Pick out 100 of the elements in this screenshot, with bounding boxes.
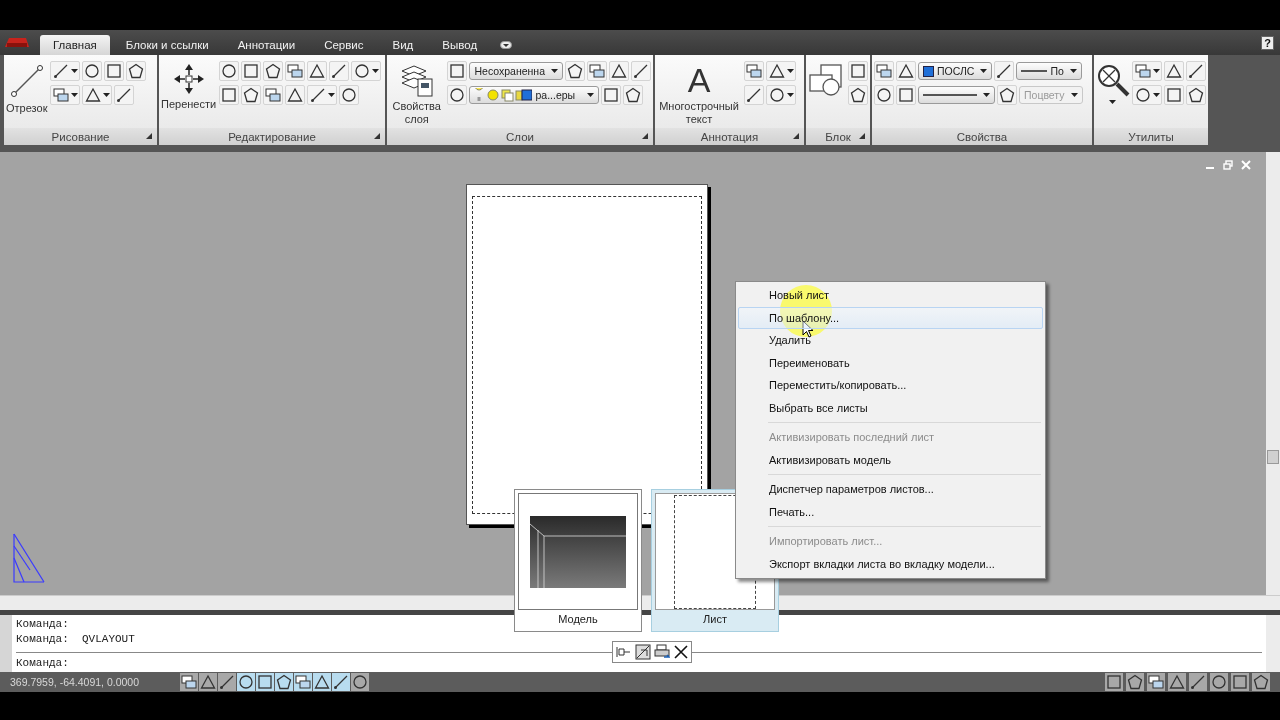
status-tool-button[interactable] [1126, 673, 1144, 691]
panel-launcher-icon[interactable] [642, 133, 648, 139]
circle-icon [449, 87, 466, 103]
tool-button[interactable] [50, 85, 81, 105]
pentagon-icon [567, 63, 583, 79]
tool-button[interactable] [307, 85, 338, 105]
tool-button[interactable] [997, 85, 1017, 105]
status-toggle-button[interactable] [313, 673, 331, 691]
menu-item[interactable]: Выбрать все листы [738, 396, 1043, 419]
status-tool-button[interactable] [1231, 673, 1249, 691]
status-toggle-button[interactable] [237, 673, 255, 691]
ribbon-tab[interactable]: Вывод [429, 35, 491, 55]
ribbon-tab[interactable]: Главная [40, 35, 110, 55]
triangle-icon [898, 63, 914, 79]
tool-button[interactable] [351, 61, 382, 81]
large-tool-button[interactable]: Отрезок [6, 61, 48, 115]
status-toggle-button[interactable] [218, 673, 236, 691]
large-tool-button[interactable]: Перенести [161, 61, 217, 111]
tool-button[interactable] [587, 61, 607, 81]
large-tool-button[interactable] [808, 61, 845, 97]
tool-button[interactable] [631, 61, 651, 81]
status-toggle-button[interactable] [256, 673, 274, 691]
tool-button[interactable] [1132, 61, 1162, 81]
panel-launcher-icon[interactable] [859, 133, 865, 139]
status-toggle-button[interactable] [332, 673, 350, 691]
tool-button[interactable] [285, 85, 306, 105]
tool-button[interactable] [339, 85, 360, 105]
menu-item[interactable]: По шаблону... [738, 306, 1043, 329]
tool-button[interactable] [609, 61, 629, 81]
tool-button[interactable] [623, 85, 644, 105]
tool-button[interactable] [766, 85, 796, 105]
tool-button[interactable] [114, 85, 135, 105]
square-icon [106, 63, 123, 79]
dropdown[interactable]: ра...еры [469, 86, 600, 104]
help-button[interactable]: ? [1261, 35, 1274, 50]
menu-item[interactable]: Переместить/копировать... [738, 374, 1043, 397]
tool-button[interactable] [447, 85, 468, 105]
tool-button[interactable] [994, 61, 1015, 81]
dropdown[interactable]: По [1016, 62, 1082, 80]
status-tool-button[interactable] [1147, 673, 1165, 691]
command-scrollbar[interactable] [1266, 615, 1280, 672]
status-tool-button[interactable] [1252, 673, 1270, 691]
tool-button[interactable] [329, 61, 350, 81]
tool-button[interactable] [50, 61, 81, 81]
panel-launcher-icon[interactable] [793, 133, 799, 139]
tool-button[interactable] [744, 61, 764, 81]
vertical-scrollbar[interactable] [1266, 152, 1280, 595]
tool-button[interactable] [848, 85, 868, 105]
ribbon-tab[interactable]: Блоки и ссылки [112, 35, 222, 55]
preview-toolbar-button[interactable] [653, 643, 670, 661]
tool-button[interactable] [241, 85, 262, 105]
pentagon-icon [850, 87, 866, 103]
layout-preview-card[interactable]: Модель [514, 489, 642, 632]
large-tool-button[interactable]: A Многострочный текст [657, 61, 741, 126]
status-toggle-button[interactable] [199, 673, 217, 691]
preview-toolbar-button[interactable] [672, 643, 689, 661]
tool-button[interactable] [82, 85, 113, 105]
dropdown[interactable]: ПОСЛС [918, 62, 993, 80]
panel-launcher-icon[interactable] [374, 133, 380, 139]
circle-icon [1211, 674, 1227, 690]
tool-button[interactable] [744, 85, 764, 105]
tool-button[interactable] [1186, 85, 1206, 105]
menu-item[interactable]: Удалить [738, 329, 1043, 352]
line-icon [1190, 674, 1206, 690]
status-tool-button[interactable] [1210, 673, 1228, 691]
status-toggle-button[interactable] [351, 673, 369, 691]
status-toggle-button[interactable] [275, 673, 293, 691]
command-line-grip[interactable] [0, 615, 12, 672]
dropdown[interactable]: Несохраненна [469, 62, 563, 80]
menu-item[interactable]: Переименовать [738, 351, 1043, 374]
tool-button[interactable] [126, 61, 147, 81]
panel-launcher-icon[interactable] [146, 133, 152, 139]
tool-button[interactable] [307, 61, 328, 81]
status-toggle-button[interactable] [294, 673, 312, 691]
menu-item[interactable]: Активизировать модель [738, 448, 1043, 471]
tool-button[interactable] [565, 61, 585, 81]
tool-button[interactable] [263, 61, 284, 81]
tool-button[interactable] [263, 85, 284, 105]
tool-button[interactable] [285, 61, 306, 81]
tool-button[interactable] [1186, 61, 1206, 81]
ribbon-tab[interactable]: Вид [379, 35, 427, 55]
status-tool-button[interactable] [1105, 673, 1123, 691]
tool-button[interactable] [874, 85, 894, 105]
tool-button[interactable] [766, 61, 796, 81]
tool-button[interactable] [82, 61, 103, 81]
triangle-icon [200, 674, 216, 690]
tool-button[interactable] [874, 61, 894, 81]
ribbon-tab[interactable]: Аннотации [224, 35, 309, 55]
status-tool-button[interactable] [1189, 673, 1207, 691]
tool-button[interactable] [1164, 61, 1184, 81]
tool-button[interactable] [1132, 85, 1162, 105]
status-tool-button[interactable] [1168, 673, 1186, 691]
status-toggle-button[interactable] [180, 673, 198, 691]
preview-toolbar-button[interactable] [634, 643, 651, 661]
tool-button[interactable] [219, 61, 240, 81]
tool-button[interactable] [896, 61, 916, 81]
large-tool-button[interactable]: Свойства слоя [389, 61, 445, 126]
dropdown[interactable] [918, 86, 995, 104]
ribbon-tab[interactable]: Сервис [311, 35, 377, 55]
menu-item[interactable]: Новый лист [738, 284, 1043, 307]
